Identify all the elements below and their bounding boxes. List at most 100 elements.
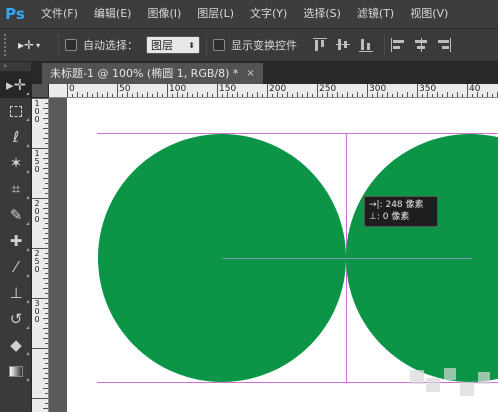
ruler-tick xyxy=(45,183,48,184)
ruler-tick xyxy=(137,92,138,97)
auto-select-checkbox[interactable] xyxy=(65,39,77,51)
eraser-icon: ◆ xyxy=(10,336,22,354)
menu-image[interactable]: 图像(I) xyxy=(142,0,186,28)
align-top-icon[interactable] xyxy=(311,37,329,53)
ruler-tick xyxy=(117,84,118,97)
ruler-tick xyxy=(357,92,358,97)
tools-panel-header[interactable]: » xyxy=(0,62,31,72)
menu-view[interactable]: 视图(V) xyxy=(405,0,453,28)
show-transform-checkbox[interactable] xyxy=(213,39,225,51)
tools-panel: » ▸✛ ℓ ✶ ⌗ ✎ ✚ ⁄ ⊥ ↺ ◆ xyxy=(0,62,32,412)
ruler-tick xyxy=(432,94,433,97)
align-right-icon[interactable] xyxy=(435,37,453,53)
ruler-tick xyxy=(45,153,48,154)
ruler-tick xyxy=(462,94,463,97)
photoshop-logo: Ps xyxy=(5,5,25,23)
eyedropper-tool[interactable]: ✎ xyxy=(0,202,32,228)
ruler-tick xyxy=(172,94,173,97)
ruler-tick xyxy=(197,92,198,97)
ruler-tick xyxy=(272,94,273,97)
ruler-tick xyxy=(212,94,213,97)
tool-preset-picker[interactable]: ▸✛ ▾ xyxy=(18,34,52,56)
options-bar-grip[interactable] xyxy=(4,34,10,56)
ruler-tick xyxy=(207,92,208,97)
ruler-tick xyxy=(342,94,343,97)
ruler-tick xyxy=(45,273,48,274)
brush-tool[interactable]: ⁄ xyxy=(0,254,32,280)
ruler-label: 250 xyxy=(34,249,40,274)
ruler-tick xyxy=(43,338,48,339)
ruler-tick xyxy=(43,408,48,409)
document-tab[interactable]: 未标题-1 @ 100% (椭圆 1, RGB/8) * × xyxy=(42,63,263,84)
hud-distance: →|: 248 像素 xyxy=(369,200,424,210)
ruler-tick xyxy=(182,94,183,97)
healing-brush-tool[interactable]: ✚ xyxy=(0,228,32,254)
ruler-tick xyxy=(45,283,48,284)
ruler-tick xyxy=(32,398,48,399)
ruler-origin[interactable] xyxy=(32,84,49,98)
ruler-tick xyxy=(43,228,48,229)
ruler-label: 200 xyxy=(34,199,40,224)
ruler-tick xyxy=(45,363,48,364)
smart-guide-distance-line xyxy=(222,258,472,259)
stamp-icon: ⊥ xyxy=(9,284,23,302)
ruler-tick xyxy=(382,94,383,97)
ruler-tick xyxy=(367,84,368,97)
history-brush-icon: ↺ xyxy=(9,310,23,328)
gradient-tool[interactable] xyxy=(0,358,32,384)
ruler-tick xyxy=(43,328,48,329)
menu-filter[interactable]: 滤镜(T) xyxy=(352,0,399,28)
auto-select-target-value: 图层 xyxy=(151,39,173,52)
ruler-tick xyxy=(337,92,338,97)
ruler-tick xyxy=(247,92,248,97)
ruler-tick xyxy=(43,238,48,239)
ruler-tick xyxy=(43,308,48,309)
align-bottom-icon[interactable] xyxy=(357,37,375,53)
ruler-tick xyxy=(32,298,48,299)
ruler-tick xyxy=(45,313,48,314)
ruler-tick xyxy=(43,178,48,179)
menu-select[interactable]: 选择(S) xyxy=(298,0,346,28)
magic-wand-tool[interactable]: ✶ xyxy=(0,150,32,176)
ruler-tick xyxy=(45,103,48,104)
crop-tool[interactable]: ⌗ xyxy=(0,176,32,202)
vertical-ruler[interactable]: 100 150 200 250 300 xyxy=(32,98,49,412)
move-tool[interactable]: ▸✛ xyxy=(0,72,32,98)
menu-edit[interactable]: 编辑(E) xyxy=(89,0,137,28)
align-left-icon[interactable] xyxy=(389,37,407,53)
hud-offset: ⊥: 0 像素 xyxy=(369,212,410,222)
menu-type[interactable]: 文字(Y) xyxy=(245,0,292,28)
spinner-arrows-icon: ⬍ xyxy=(188,40,195,50)
ruler-tick xyxy=(87,92,88,97)
history-brush-tool[interactable]: ↺ xyxy=(0,306,32,332)
eraser-tool[interactable]: ◆ xyxy=(0,332,32,358)
menu-file[interactable]: 文件(F) xyxy=(36,0,83,28)
ruler-tick xyxy=(32,148,48,149)
show-transform-label: 显示变换控件 xyxy=(231,39,297,52)
marquee-tool[interactable] xyxy=(0,98,32,124)
ruler-tick xyxy=(102,94,103,97)
ruler-tick xyxy=(43,208,48,209)
move-tool-icon: ▸✛ xyxy=(18,38,35,52)
auto-select-target-dropdown[interactable]: 图层 ⬍ xyxy=(146,36,200,54)
guide-top[interactable] xyxy=(97,133,498,134)
align-horizontal-center-icon[interactable] xyxy=(412,37,430,53)
ruler-tick xyxy=(237,92,238,97)
lasso-tool[interactable]: ℓ xyxy=(0,124,32,150)
ruler-tick xyxy=(43,168,48,169)
ruler-tick xyxy=(45,123,48,124)
align-vertical-center-icon[interactable] xyxy=(334,37,352,53)
ruler-tick xyxy=(45,253,48,254)
ruler-tick xyxy=(43,158,48,159)
clone-stamp-tool[interactable]: ⊥ xyxy=(0,280,32,306)
ruler-tick xyxy=(43,278,48,279)
menu-layer[interactable]: 图层(L) xyxy=(192,0,239,28)
close-icon[interactable]: × xyxy=(246,63,254,84)
ruler-tick xyxy=(67,84,68,97)
ruler-tick xyxy=(267,84,268,97)
horizontal-ruler[interactable]: 0 50 100 150 200 250 300 350 40 xyxy=(49,84,498,98)
ruler-tick xyxy=(472,94,473,97)
align-buttons xyxy=(311,34,458,56)
ruler-tick xyxy=(45,393,48,394)
lasso-icon: ℓ xyxy=(12,128,20,146)
